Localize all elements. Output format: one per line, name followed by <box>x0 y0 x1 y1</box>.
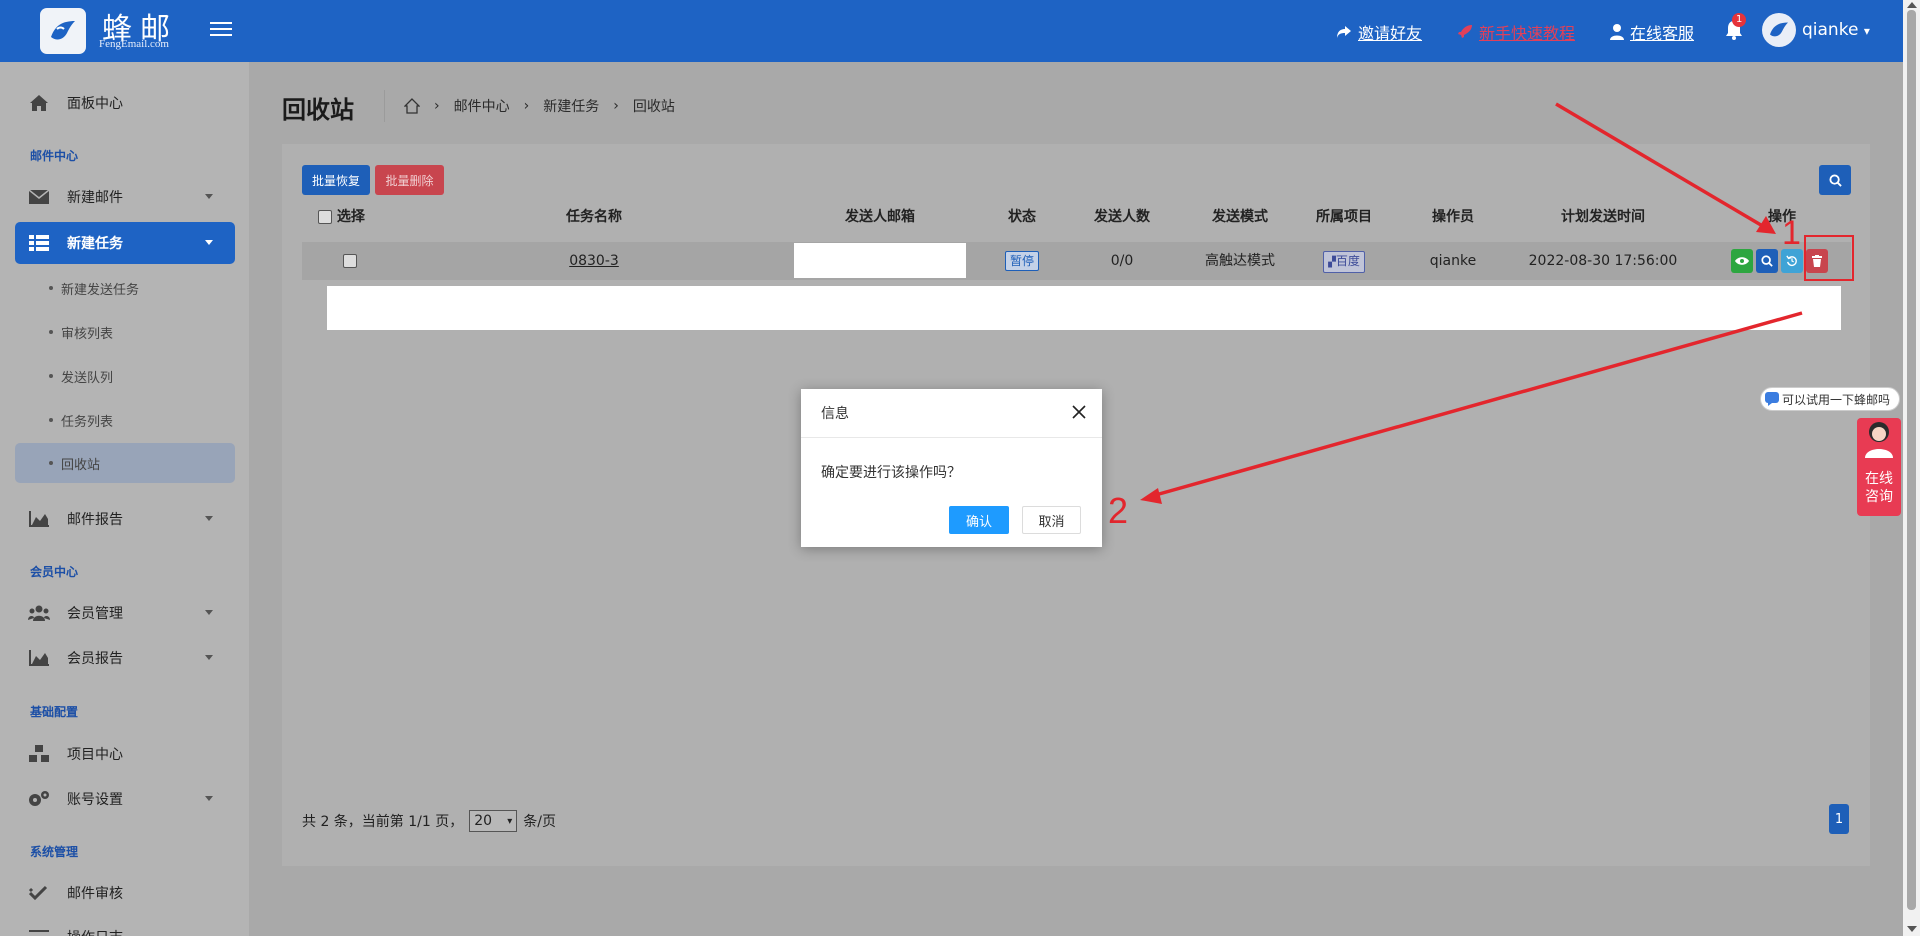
online-consult-label: 在线 咨询 <box>1857 470 1901 506</box>
scroll-down-icon[interactable] <box>1907 926 1917 932</box>
dialog-title: 信息 <box>801 389 1102 438</box>
arrow-2-line <box>1151 311 1803 498</box>
confirm-dialog: 信息 确定要进行该操作吗？ 确认 取消 <box>801 389 1102 547</box>
consult-line-1: 在线 <box>1865 471 1893 487</box>
agent-avatar-icon <box>1865 422 1893 458</box>
page-size-value: 20 <box>474 813 493 829</box>
pagination-text: 共 2 条，当前第 1/1 页， <box>302 814 464 830</box>
chat-prompt-bubble[interactable]: 可以试用一下蜂邮吗 <box>1760 387 1900 411</box>
arrow-1-line <box>1555 102 1767 230</box>
scroll-up-icon[interactable] <box>1907 2 1917 8</box>
chevron-down-icon: ▾ <box>507 815 513 827</box>
dialog-message: 确定要进行该操作吗？ <box>821 465 961 481</box>
chat-prompt-text: 可以试用一下蜂邮吗 <box>1782 392 1891 407</box>
per-page-label: 条/页 <box>523 814 556 830</box>
close-icon[interactable] <box>1070 403 1088 421</box>
cancel-button[interactable]: 取消 <box>1022 506 1081 534</box>
page-size-select[interactable]: 20 ▾ <box>469 810 518 832</box>
page-button-1[interactable]: 1 <box>1829 804 1849 834</box>
chat-icon <box>1765 392 1779 406</box>
consult-line-2: 咨询 <box>1865 489 1893 505</box>
scrollbar-thumb[interactable] <box>1907 10 1916 910</box>
confirm-button[interactable]: 确认 <box>949 506 1009 534</box>
arrow-2-head <box>1140 488 1162 504</box>
pagination-summary: 共 2 条，当前第 1/1 页， 20 ▾ 条/页 <box>302 810 556 832</box>
online-consult-widget[interactable]: 在线 咨询 <box>1857 418 1901 516</box>
